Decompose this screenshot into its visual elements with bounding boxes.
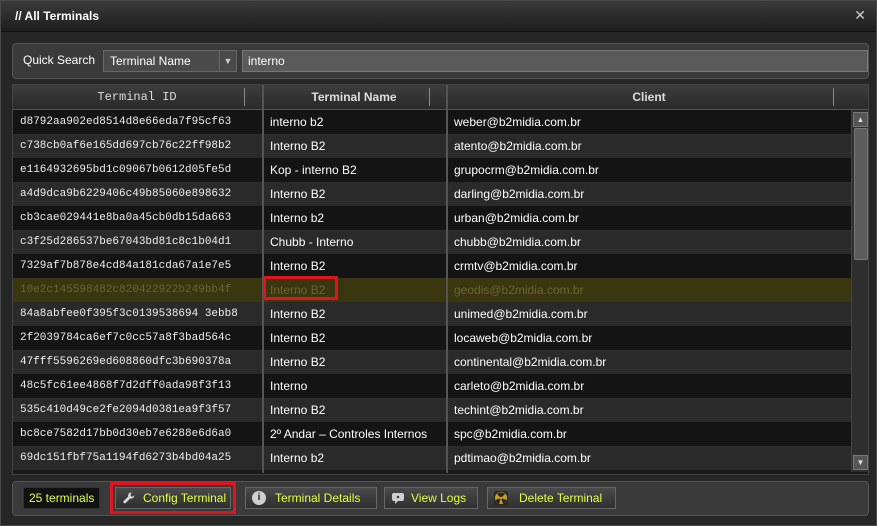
terminal-name-cell: interno b2 [270,115,324,129]
terminal-id-cell: d8792aa902ed8514d8e66eda7f95cf63 [20,116,232,128]
client-cell: pdtimao@b2midia.com.br [454,451,591,465]
client-cell: continental@b2midia.com.br [454,355,607,369]
terminal-name-cell: Interno B2 [270,187,326,201]
table-header: Terminal ID Terminal Name Client [13,85,868,110]
column-divider [446,85,448,473]
column-resize-handle[interactable] [429,88,430,106]
search-input[interactable] [242,50,868,72]
config-terminal-button[interactable]: Config Terminal [110,482,236,514]
terminal-name-cell: Interno B2 [270,355,326,369]
column-header-client[interactable]: Client [447,85,851,109]
info-icon: i [252,491,266,505]
terminal-id-cell: 535c410d49ce2fe2094d0381ea9f3f57 [20,404,232,416]
selected-name-highlight [263,276,338,300]
table-row[interactable]: 7329af7b878e4cd84a181cda67a1e7e5 Interno … [13,254,851,278]
close-icon[interactable]: ✕ [854,7,866,24]
client-cell: carleto@b2midia.com.br [454,379,585,393]
quick-search-bar: Quick Search Terminal Name ▼ [12,43,869,79]
table-row[interactable]: c738cb0af6e165dd697cb76c22ff98b2 Interno … [13,134,851,158]
terminal-details-button[interactable]: i Terminal Details [245,487,377,509]
terminal-name-cell: Interno [270,379,308,393]
search-field-value: Terminal Name [110,54,191,68]
view-logs-button[interactable]: View Logs [384,487,478,509]
terminal-id-cell: 84a8abfee0f395f3c0139538694 3ebb8 [20,308,238,320]
client-cell: atento@b2midia.com.br [454,139,582,153]
client-cell: darling@b2midia.com.br [454,187,585,201]
terminal-name-cell: Interno b2 [270,451,325,465]
client-cell: chubb@b2midia.com.br [454,235,581,249]
column-resize-handle[interactable] [833,88,834,106]
view-logs-label: View Logs [411,491,467,505]
terminal-name-cell: Chubb - Interno [270,235,354,249]
table-row[interactable]: bc8ce7582d17bb0d30eb7e6288e6d6a0 2º Andar… [13,422,851,446]
client-cell: weber@b2midia.com.br [454,115,581,129]
terminal-name-cell: Interno B2 [270,403,326,417]
client-cell: unimed@b2midia.com.br [454,307,588,321]
wrench-icon [122,491,136,505]
terminal-id-cell: e1164932695bd1c09067b0612d05fe5d [20,164,232,176]
scroll-up-icon[interactable]: ▲ [853,112,868,127]
radiation-icon [494,491,508,505]
config-terminal-label: Config Terminal [143,491,227,505]
chat-icon [391,491,405,505]
table-row[interactable]: cb3cae029441e8ba0a45cb0db15da663 Interno … [13,206,851,230]
table-row[interactable]: 47fff5596269ed608860dfc3b690378a Interno … [13,350,851,374]
chevron-down-icon[interactable]: ▼ [219,51,236,71]
client-cell: urban@b2midia.com.br [454,211,579,225]
client-cell: grupocrm@b2midia.com.br [454,163,599,177]
terminal-count-badge: 25 terminals [23,487,101,509]
scroll-down-icon[interactable]: ▼ [853,455,868,470]
terminal-name-cell: Interno B2 [270,139,326,153]
table-row[interactable]: a4d9dca9b6229406c49b85060e898632 Interno … [13,182,851,206]
table-row[interactable]: 84a8abfee0f395f3c0139538694 3ebb8 Interno… [13,302,851,326]
client-cell: spc@b2midia.com.br [454,427,567,441]
terminal-id-cell: 48c5fc61ee4868f7d2dff0ada98f3f13 [20,380,232,392]
terminal-details-label: Terminal Details [275,491,361,505]
table-row[interactable]: e1164932695bd1c09067b0612d05fe5d Kop - in… [13,158,851,182]
table-row[interactable]: 2f2039784ca6ef7c0cc57a8f3bad564c Interno … [13,326,851,350]
terminal-id-cell: 47fff5596269ed608860dfc3b690378a [20,356,232,368]
terminal-id-cell: 2f2039784ca6ef7c0cc57a8f3bad564c [20,332,232,344]
terminal-id-cell: 10e2c145598482c820422922b249bb4f [20,284,232,296]
delete-terminal-button[interactable]: Delete Terminal [487,487,616,509]
terminal-id-cell: 69dc151fbf75a1194fd6273b4bd04a25 [20,452,232,464]
terminal-id-cell: a4d9dca9b6229406c49b85060e898632 [20,188,232,200]
terminals-table: Terminal ID Terminal Name Client d8792aa… [12,84,869,475]
column-header-terminal-name[interactable]: Terminal Name [263,85,445,109]
terminal-name-cell: Interno b2 [270,211,325,225]
client-cell: crmtv@b2midia.com.br [454,259,578,273]
quick-search-label: Quick Search [23,53,96,67]
vertical-scrollbar[interactable]: ▲ ▼ [851,110,868,472]
terminal-name-cell: Interno B2 [270,331,326,345]
client-cell: techint@b2midia.com.br [454,403,584,417]
terminal-id-cell: c3f25d286537be67043bd81c8c1b04d1 [20,236,232,248]
column-header-terminal-id[interactable]: Terminal ID [13,85,261,109]
terminal-id-cell: bc8ce7582d17bb0d30eb7e6288e6d6a0 [20,428,232,440]
column-resize-handle[interactable] [244,88,245,106]
table-row[interactable]: c3f25d286537be67043bd81c8c1b04d1 Chubb - … [13,230,851,254]
window-title: // All Terminals [15,9,100,23]
client-cell: geodis@b2midia.com.br [454,283,584,297]
table-row[interactable]: 535c410d49ce2fe2094d0381ea9f3f57 Interno … [13,398,851,422]
terminal-name-cell: Interno B2 [270,259,326,273]
terminal-id-cell: c738cb0af6e165dd697cb76c22ff98b2 [20,140,232,152]
table-row[interactable]: 69dc151fbf75a1194fd6273b4bd04a25 Interno … [13,446,851,470]
delete-terminal-label: Delete Terminal [519,491,603,505]
client-cell: locaweb@b2midia.com.br [454,331,593,345]
terminal-name-cell: Interno B2 [270,307,326,321]
terminal-name-cell: Kop - interno B2 [270,163,357,177]
search-field-select[interactable]: Terminal Name ▼ [103,50,237,72]
footer-toolbar: 25 terminals Config Terminal i Terminal … [12,481,869,516]
table-body: d8792aa902ed8514d8e66eda7f95cf63 interno … [13,110,851,473]
table-row-selected[interactable]: 10e2c145598482c820422922b249bb4f Interno … [13,278,851,302]
terminal-id-cell: cb3cae029441e8ba0a45cb0db15da663 [20,212,232,224]
title-bar: // All Terminals ✕ [1,1,876,32]
terminal-name-cell: 2º Andar – Controles Internos [270,427,428,441]
terminal-id-cell: 7329af7b878e4cd84a181cda67a1e7e5 [20,260,232,272]
terminals-window: // All Terminals ✕ Quick Search Terminal… [0,0,877,526]
scrollbar-thumb[interactable] [854,128,868,260]
table-row[interactable]: d8792aa902ed8514d8e66eda7f95cf63 interno … [13,110,851,134]
table-row[interactable]: 48c5fc61ee4868f7d2dff0ada98f3f13 Interno c… [13,374,851,398]
